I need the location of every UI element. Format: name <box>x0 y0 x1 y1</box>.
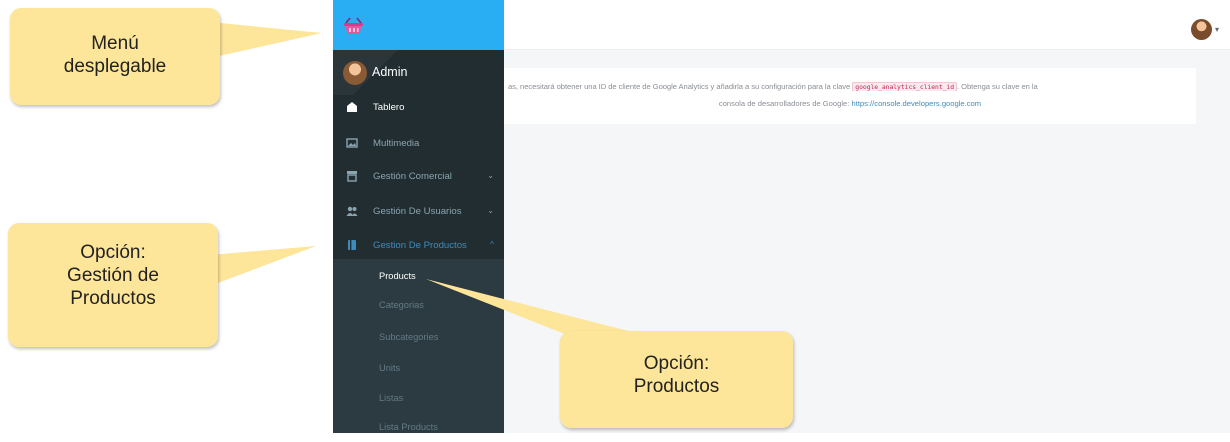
productos-callout: Opción: Productos <box>560 331 793 428</box>
menu-desplegable-callout: Menú desplegable <box>10 8 220 105</box>
gestion-productos-callout: Opción: Gestión de Productos <box>8 223 218 347</box>
productos-mgmt-callout-pointer <box>210 246 316 286</box>
menu-callout-pointer <box>210 22 322 58</box>
